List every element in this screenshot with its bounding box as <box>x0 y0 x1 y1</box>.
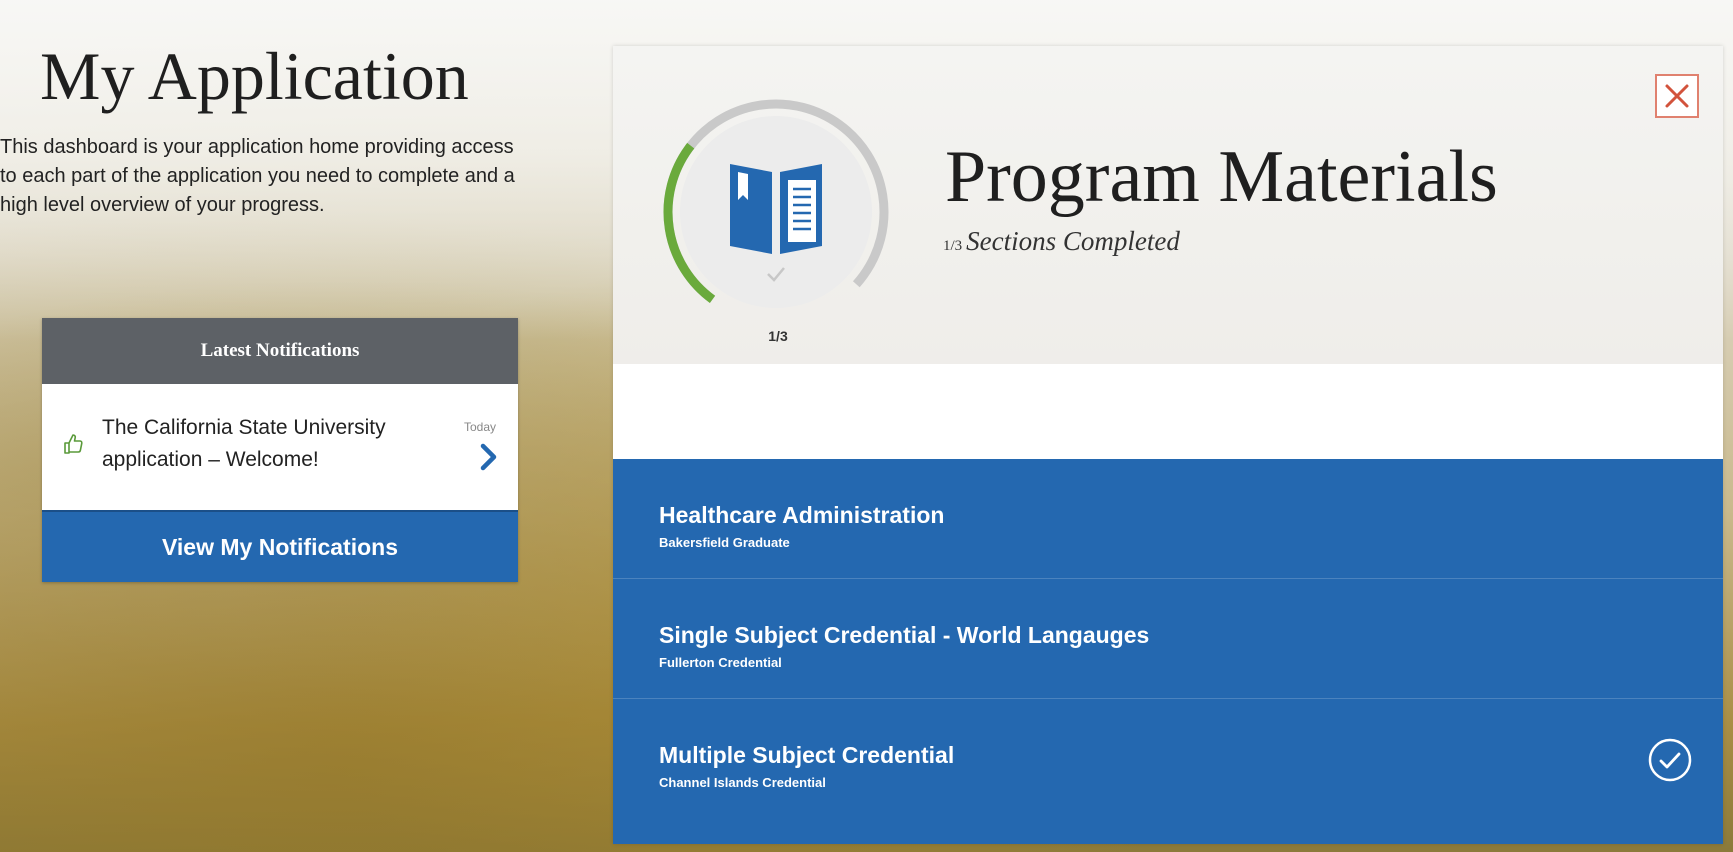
sections-completed-count: 1/3 <box>943 238 963 254</box>
view-notifications-button[interactable]: View My Notifications <box>42 510 518 582</box>
program-name: Multiple Subject Credential <box>659 742 955 768</box>
program-row[interactable]: Multiple Subject Credential Channel Isla… <box>613 699 1723 819</box>
dashboard-page: My Application This dashboard is your ap… <box>0 0 1733 852</box>
program-campus: Fullerton Credential <box>659 655 782 670</box>
page-description: This dashboard is your application home … <box>0 136 515 216</box>
thumbs-up-icon <box>64 434 83 454</box>
program-row[interactable]: Single Subject Credential - World Langau… <box>613 579 1723 699</box>
notifications-card: Latest Notifications The California Stat… <box>42 318 518 582</box>
chevron-right-icon[interactable] <box>478 442 500 472</box>
notification-item[interactable]: The California State University applicat… <box>42 384 518 510</box>
notification-text: The California State University applicat… <box>102 416 386 471</box>
panel-header: 1/3 Program Materials 1/3 Sections Comple… <box>613 46 1723 364</box>
program-campus: Channel Islands Credential <box>659 775 826 790</box>
panel-title: Program Materials <box>945 136 1498 218</box>
close-icon <box>1665 84 1689 108</box>
completed-check-icon <box>1648 738 1692 782</box>
program-name: Single Subject Credential - World Langau… <box>659 622 1150 648</box>
notifications-header: Latest Notifications <box>42 318 518 384</box>
program-name: Healthcare Administration <box>659 502 945 528</box>
sections-completed-label: Sections Completed <box>966 226 1180 256</box>
progress-ring <box>663 99 889 325</box>
program-list: Healthcare Administration Bakersfield Gr… <box>613 459 1723 844</box>
close-button[interactable] <box>1655 74 1699 118</box>
program-materials-panel: 1/3 Program Materials 1/3 Sections Comple… <box>613 46 1723 844</box>
program-row[interactable]: Healthcare Administration Bakersfield Gr… <box>613 459 1723 579</box>
program-campus: Bakersfield Graduate <box>659 535 790 550</box>
page-title: My Application <box>40 38 469 114</box>
notification-time: Today <box>463 420 496 434</box>
sections-completed: 1/3 Sections Completed <box>943 226 1180 257</box>
progress-label: 1/3 <box>768 328 788 344</box>
